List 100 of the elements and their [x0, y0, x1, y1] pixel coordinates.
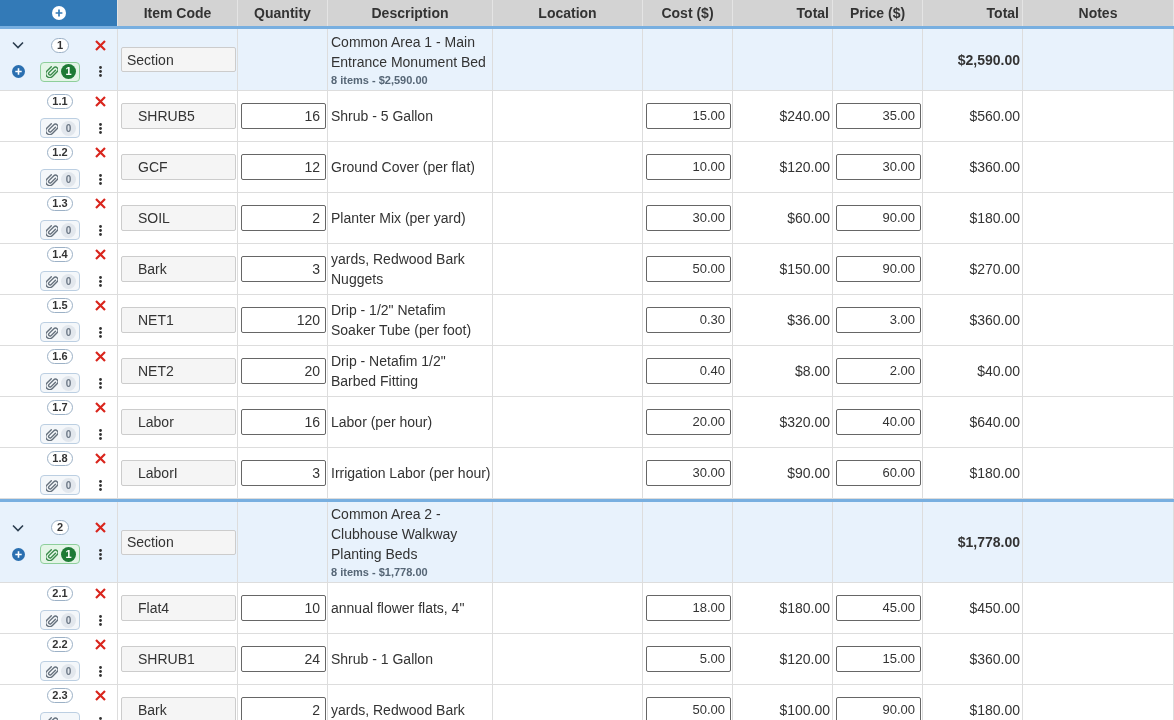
cross-icon[interactable]: [95, 147, 106, 158]
vertical-dots-icon[interactable]: [99, 377, 102, 389]
price-field[interactable]: 60.00: [836, 460, 921, 486]
line-number: 1.5: [47, 298, 73, 313]
cost-field[interactable]: 20.00: [646, 409, 731, 435]
attachment-button[interactable]: 0: [40, 661, 80, 681]
item-code-field[interactable]: SOIL: [121, 205, 236, 231]
paperclip-icon: [46, 664, 58, 678]
cost-field[interactable]: 0.40: [646, 358, 731, 384]
price-field[interactable]: 35.00: [836, 103, 921, 129]
item-code-field[interactable]: Bark: [121, 697, 236, 720]
quantity-field[interactable]: 3: [241, 256, 326, 282]
item-code-field[interactable]: NET1: [121, 307, 236, 333]
attachment-button[interactable]: 1: [40, 61, 80, 82]
cross-icon[interactable]: [95, 402, 106, 413]
quantity-field[interactable]: 120: [241, 307, 326, 333]
plus-circle-icon[interactable]: [11, 547, 25, 561]
attachment-button[interactable]: 0: [40, 220, 80, 240]
price-field[interactable]: 45.00: [836, 595, 921, 621]
vertical-dots-icon[interactable]: [99, 479, 102, 491]
cross-icon[interactable]: [95, 453, 106, 464]
cost-field[interactable]: 30.00: [646, 205, 731, 231]
attachment-button[interactable]: 0: [40, 373, 80, 393]
quantity-field[interactable]: 10: [241, 595, 326, 621]
price-field[interactable]: 90.00: [836, 205, 921, 231]
cost-field[interactable]: 30.00: [646, 460, 731, 486]
item-code-field[interactable]: Section: [121, 529, 236, 555]
item-code-field[interactable]: SHRUB1: [121, 646, 236, 672]
attachment-button[interactable]: 1: [40, 544, 80, 564]
cross-icon[interactable]: [95, 690, 106, 701]
paperclip-icon: [46, 478, 58, 492]
cross-icon[interactable]: [95, 96, 106, 107]
attachment-button[interactable]: 0: [40, 610, 80, 630]
vertical-dots-icon[interactable]: [99, 122, 102, 134]
line-total-text: $640.00: [969, 414, 1020, 430]
vertical-dots-icon[interactable]: [99, 548, 102, 560]
quantity-field[interactable]: 16: [241, 409, 326, 435]
quantity-field[interactable]: 12: [241, 154, 326, 180]
description-text: yards, Redwood Bark: [331, 701, 465, 720]
quantity-field[interactable]: 20: [241, 358, 326, 384]
description-text: Irrigation Labor (per hour): [331, 464, 491, 483]
plus-circle-icon[interactable]: [51, 6, 66, 20]
attachment-button[interactable]: 0: [40, 475, 80, 495]
vertical-dots-icon[interactable]: [99, 224, 102, 236]
line-number: 1: [51, 37, 69, 53]
attachment-button[interactable]: 0: [40, 271, 80, 291]
cross-icon[interactable]: [95, 588, 106, 599]
cross-icon[interactable]: [95, 522, 106, 533]
cross-icon[interactable]: [95, 639, 106, 650]
quantity-field[interactable]: 2: [241, 205, 326, 231]
cost-total-text: $150.00: [779, 261, 830, 277]
item-code-field[interactable]: Section: [121, 47, 236, 72]
vertical-dots-icon[interactable]: [99, 275, 102, 287]
price-field[interactable]: 30.00: [836, 154, 921, 180]
vertical-dots-icon[interactable]: [99, 326, 102, 338]
price-field[interactable]: 90.00: [836, 697, 921, 720]
quantity-field[interactable]: 24: [241, 646, 326, 672]
attachment-button[interactable]: 0: [40, 169, 80, 189]
line-total-text: $40.00: [977, 363, 1020, 379]
cost-field[interactable]: 5.00: [646, 646, 731, 672]
vertical-dots-icon[interactable]: [99, 173, 102, 185]
vertical-dots-icon[interactable]: [99, 614, 102, 626]
cost-field[interactable]: 10.00: [646, 154, 731, 180]
price-field[interactable]: 2.00: [836, 358, 921, 384]
cost-field[interactable]: 50.00: [646, 697, 731, 720]
cost-field[interactable]: 15.00: [646, 103, 731, 129]
quantity-field[interactable]: 16: [241, 103, 326, 129]
cost-field[interactable]: 0.30: [646, 307, 731, 333]
price-field[interactable]: 90.00: [836, 256, 921, 282]
item-code-field[interactable]: Flat4: [121, 595, 236, 621]
chevron-down-icon[interactable]: [12, 39, 24, 51]
attachment-button[interactable]: 0: [40, 322, 80, 342]
line-number: 2.2: [47, 637, 73, 652]
cost-field[interactable]: 50.00: [646, 256, 731, 282]
price-field[interactable]: 3.00: [836, 307, 921, 333]
cross-icon[interactable]: [95, 198, 106, 209]
cross-icon[interactable]: [95, 39, 106, 51]
item-code-field[interactable]: Bark: [121, 256, 236, 282]
price-field[interactable]: 40.00: [836, 409, 921, 435]
vertical-dots-icon[interactable]: [99, 66, 102, 77]
quantity-field[interactable]: 2: [241, 697, 326, 720]
cost-field[interactable]: 18.00: [646, 595, 731, 621]
paperclip-icon: [46, 376, 58, 390]
cross-icon[interactable]: [95, 351, 106, 362]
vertical-dots-icon[interactable]: [99, 665, 102, 677]
cross-icon[interactable]: [95, 300, 106, 311]
attachment-button[interactable]: 0: [40, 424, 80, 444]
plus-circle-icon[interactable]: [11, 65, 25, 78]
item-code-field[interactable]: LaborI: [121, 460, 236, 486]
cross-icon[interactable]: [95, 249, 106, 260]
vertical-dots-icon[interactable]: [99, 428, 102, 440]
quantity-field[interactable]: 3: [241, 460, 326, 486]
item-code-field[interactable]: Labor: [121, 409, 236, 435]
item-code-field[interactable]: NET2: [121, 358, 236, 384]
price-field[interactable]: 15.00: [836, 646, 921, 672]
item-code-field[interactable]: SHRUB5: [121, 103, 236, 129]
cost-total-text: $90.00: [787, 465, 830, 481]
attachment-button[interactable]: 0: [40, 118, 80, 138]
item-code-field[interactable]: GCF: [121, 154, 236, 180]
section-summary: 8 items - $2,590.00: [331, 72, 429, 88]
